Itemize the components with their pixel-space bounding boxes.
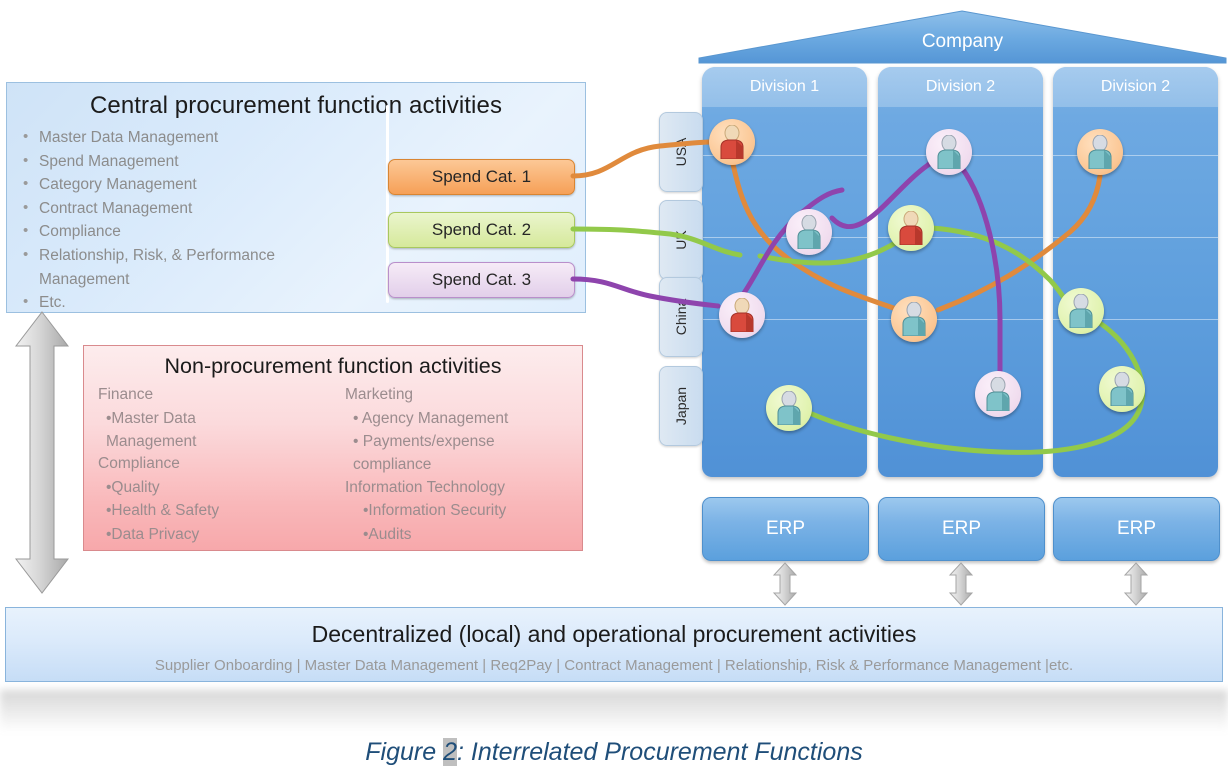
non-procurement-title: Non-procurement function activities: [164, 354, 502, 378]
compliance-list: •Quality •Health & Safety •Data Privacy: [98, 476, 333, 546]
country-tab-japan-label: Japan: [673, 386, 689, 426]
bullet-icon: •: [23, 198, 29, 216]
caption-post: : Interrelated Procurement Functions: [456, 738, 863, 766]
person-badge-div3-china[interactable]: [1058, 288, 1104, 334]
list-item: •Health & Safety: [106, 502, 220, 520]
marketing-list: • Agency Management • Payments/expense c…: [333, 407, 568, 477]
list-item: • Agency Management: [353, 409, 509, 427]
division-2-label: Division 2: [925, 78, 996, 95]
division-3-label: Division 2: [1100, 78, 1171, 95]
spend-category-1-chip[interactable]: Spend Cat. 1: [388, 159, 575, 195]
spend-category-3-chip[interactable]: Spend Cat. 3: [388, 262, 575, 298]
vertical-double-arrow-icon: [14, 311, 70, 594]
person-icon: [1110, 372, 1134, 406]
country-tab-china[interactable]: China: [659, 277, 703, 357]
person-badge-div1-china[interactable]: [719, 292, 765, 338]
person-icon: [1069, 294, 1093, 328]
person-icon: [986, 377, 1010, 411]
non-procurement-right-column: Marketing • Agency Management • Payments…: [333, 384, 568, 546]
person-badge-div1-uk[interactable]: [786, 209, 832, 255]
list-item-label: Etc.: [39, 294, 66, 312]
non-procurement-panel: Non-procurement function activities Fina…: [83, 345, 583, 551]
country-tab-japan[interactable]: Japan: [659, 366, 703, 446]
non-procurement-left-column: Finance •Master Data Management Complian…: [98, 384, 333, 546]
division-1-label: Division 1: [749, 78, 820, 95]
list-item-label: Compliance: [39, 223, 121, 241]
person-icon: [730, 298, 754, 332]
list-item-label: Category Management: [39, 176, 197, 194]
figure-slide: Central procurement function activities …: [0, 0, 1228, 781]
person-icon: [899, 211, 923, 245]
division-2-header: Division 2: [878, 67, 1043, 107]
person-badge-div3-usa[interactable]: [1077, 129, 1123, 175]
list-item-label: Master Data Management: [39, 129, 219, 146]
person-icon: [937, 135, 961, 169]
list-item: •Quality: [106, 478, 160, 496]
person-icon: [1088, 135, 1112, 169]
person-badge-div2-japan[interactable]: [975, 371, 1021, 417]
decentralized-activities-panel: Decentralized (local) and operational pr…: [5, 607, 1223, 682]
caption-pre: Figure: [365, 738, 444, 766]
list-item-label: Relationship, Risk, & Performance Manage…: [39, 246, 276, 288]
list-item-label: Contract Management: [39, 199, 193, 217]
person-icon: [777, 391, 801, 425]
bullet-icon: •: [23, 175, 29, 193]
list-item: •Audits: [363, 525, 412, 543]
person-icon: [720, 125, 744, 159]
person-badge-div2-uk[interactable]: [888, 205, 934, 251]
list-item-label: Spend Management: [39, 152, 179, 170]
company-roof-banner: [698, 10, 1227, 64]
page-shadow: [0, 690, 1228, 732]
list-item: •Data Privacy: [106, 525, 200, 543]
erp-box-1[interactable]: ERP: [702, 497, 869, 561]
spend-category-3-label: Spend Cat. 3: [431, 270, 532, 289]
erp-2-double-arrow-icon: [948, 562, 974, 606]
compliance-heading: Compliance: [98, 455, 180, 473]
division-1-header: Division 1: [702, 67, 867, 107]
decentralized-subtitle: Supplier Onboarding | Master Data Manage…: [154, 657, 1074, 674]
spend-category-1-label: Spend Cat. 1: [431, 167, 532, 186]
bullet-icon: •: [23, 245, 29, 263]
information-technology-list: •Information Security •Audits: [333, 499, 568, 546]
decentralized-title: Decentralized (local) and operational pr…: [311, 621, 917, 647]
division-column-2[interactable]: Division 2: [878, 67, 1043, 477]
list-item: •Master Data Management: [106, 409, 197, 450]
person-icon: [797, 215, 821, 249]
erp-1-double-arrow-icon: [772, 562, 798, 606]
country-tab-usa-label: USA: [673, 137, 689, 167]
person-badge-div2-usa[interactable]: [926, 129, 972, 175]
figure-caption: Figure 2: Interrelated Procurement Funct…: [0, 738, 1228, 767]
bullet-icon: •: [23, 128, 29, 145]
bullet-icon: •: [23, 222, 29, 240]
country-tab-usa[interactable]: USA: [659, 112, 703, 192]
division-3-header: Division 2: [1053, 67, 1218, 107]
erp-box-2[interactable]: ERP: [878, 497, 1045, 561]
marketing-heading: Marketing: [345, 386, 414, 403]
person-badge-div1-usa[interactable]: [709, 119, 755, 165]
country-tab-uk-label: UK: [673, 230, 689, 250]
erp-box-1-label: ERP: [765, 518, 806, 539]
person-badge-div3-japan[interactable]: [1099, 366, 1145, 412]
erp-box-2-label: ERP: [941, 518, 982, 539]
list-item: •Information Security: [363, 502, 507, 520]
finance-heading: Finance: [98, 386, 154, 403]
spend-category-2-chip[interactable]: Spend Cat. 2: [388, 212, 575, 248]
list-item: • Payments/expense compliance: [353, 432, 495, 474]
person-icon: [902, 302, 926, 336]
country-tab-uk[interactable]: UK: [659, 200, 703, 280]
erp-box-3-label: ERP: [1116, 518, 1157, 539]
central-procurement-title: Central procurement function activities: [89, 92, 503, 119]
finance-list: •Master Data Management: [98, 407, 333, 454]
person-badge-div1-japan[interactable]: [766, 385, 812, 431]
erp-3-double-arrow-icon: [1123, 562, 1149, 606]
country-tab-china-label: China: [673, 298, 689, 336]
information-technology-heading: Information Technology: [345, 478, 505, 496]
bullet-icon: •: [23, 151, 29, 169]
division-column-3[interactable]: Division 2: [1053, 67, 1218, 477]
person-badge-div2-china[interactable]: [891, 296, 937, 342]
caption-number: 2: [443, 738, 457, 766]
list-item: • Master Data Management: [21, 126, 585, 150]
spend-category-2-label: Spend Cat. 2: [431, 220, 532, 239]
erp-box-3[interactable]: ERP: [1053, 497, 1220, 561]
